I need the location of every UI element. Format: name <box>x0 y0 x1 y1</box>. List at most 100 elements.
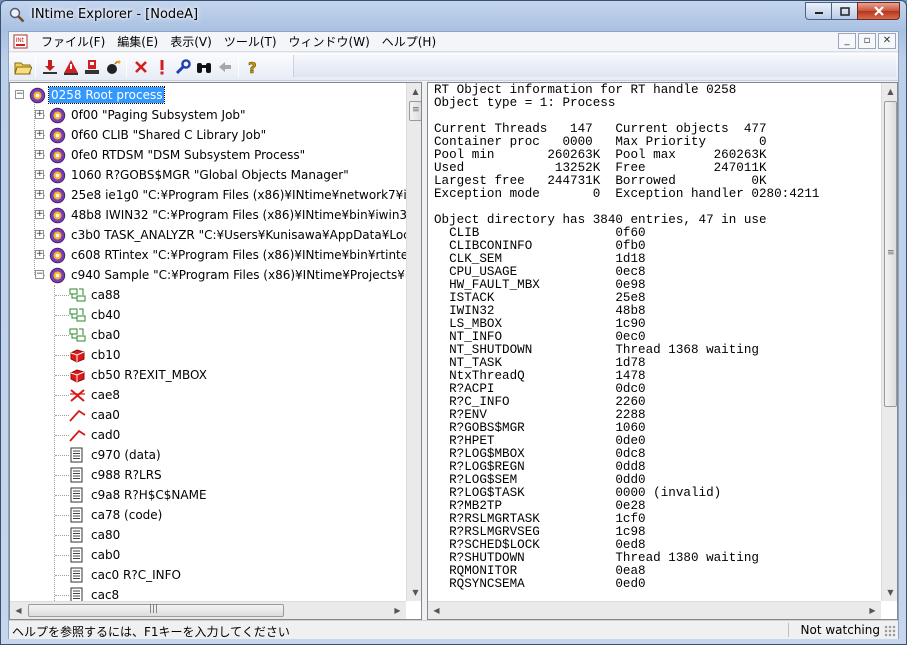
segment-icon <box>69 547 89 563</box>
expand-toggle-icon[interactable]: + <box>35 170 44 179</box>
alert-exclaim-icon[interactable] <box>152 57 172 77</box>
delete-x-icon[interactable] <box>131 57 151 77</box>
binoculars-icon[interactable] <box>194 57 214 77</box>
tree-node-object[interactable]: cac8 <box>69 585 121 601</box>
menu-item[interactable]: ファイル(F) <box>35 34 111 50</box>
mdi-close-button[interactable]: ✕ <box>878 33 896 49</box>
tree-node-process[interactable]: 25e8 ie1g0 "C:¥Program Files (x86)¥INtim… <box>49 185 406 205</box>
info-scroll-thumb[interactable]: ≡ <box>884 101 897 407</box>
menu-item[interactable]: ツール(T) <box>218 34 283 50</box>
info-line: Object type = 1: Process <box>434 96 616 110</box>
mdi-restore-button[interactable]: ▫ <box>858 33 876 49</box>
tree-node-label: 0f60 CLIB "Shared C Library Job" <box>71 128 267 142</box>
app-window: INtime Explorer - [NodeA] INt ファイル(F) 編集(… <box>0 0 907 645</box>
tree-node-root[interactable]: 0258 Root process <box>29 85 166 105</box>
tree-node-object[interactable]: c970 (data) <box>69 445 163 465</box>
tree-node-label: cba0 <box>91 328 121 342</box>
warning-stop-icon[interactable] <box>61 57 81 77</box>
tree-node-process[interactable]: c3b0 TASK_ANALYZR "C:¥Users¥Kunisawa¥App… <box>49 225 406 245</box>
tree-node-label: cae8 <box>91 388 120 402</box>
menu-item[interactable]: 編集(E) <box>111 34 164 50</box>
wrench-icon[interactable] <box>173 57 193 77</box>
tree-node-object[interactable]: cac0 R?C_INFO <box>69 565 183 585</box>
semaphore-icon <box>69 347 89 363</box>
tree-node-object[interactable]: c988 R?LRS <box>69 465 164 485</box>
tree-guide-line <box>55 595 69 596</box>
object-tree[interactable]: −0258 Root process +0f00 "Paging Subsyste… <box>10 83 406 601</box>
scroll-left-icon[interactable]: ◀ <box>428 602 445 619</box>
title-bar[interactable]: INtime Explorer - [NodeA] <box>1 1 906 29</box>
tree-node-object[interactable]: cba0 <box>69 325 122 345</box>
tree-guide-line <box>55 555 69 556</box>
info-horizontal-scrollbar[interactable]: ◀ ▶ <box>428 601 881 619</box>
scroll-up-icon[interactable]: ▲ <box>882 83 897 100</box>
mdi-document-icon[interactable]: INt <box>13 34 29 49</box>
expand-toggle-icon[interactable]: + <box>35 130 44 139</box>
tree-scroll-thumb[interactable]: ≡ <box>409 101 421 121</box>
mdi-minimize-button[interactable]: _ <box>838 33 856 49</box>
maximize-icon <box>839 6 850 16</box>
tree-node-label: 0fe0 RTDSM "DSM Subsystem Process" <box>71 148 306 162</box>
tree-guide-line <box>55 415 69 416</box>
tree-guide-line <box>55 535 69 536</box>
maximize-button[interactable] <box>831 2 858 20</box>
close-button[interactable] <box>857 2 900 20</box>
scroll-left-icon[interactable]: ◀ <box>10 602 27 619</box>
tree-node-label: 0258 Root process <box>47 86 166 104</box>
expand-toggle-icon[interactable]: + <box>35 110 44 119</box>
help-icon[interactable]: ? <box>243 57 263 77</box>
tree-node-process[interactable]: 0f00 "Paging Subsystem Job" <box>49 105 248 125</box>
tree-vertical-scrollbar[interactable]: ▲ ≡ ▼ <box>406 83 421 601</box>
expand-toggle-icon[interactable]: + <box>35 230 44 239</box>
menu-item[interactable]: ウィンドウ(W) <box>283 34 376 50</box>
expand-toggle-icon[interactable]: + <box>35 190 44 199</box>
back-arrow-icon[interactable] <box>215 57 235 77</box>
download-icon[interactable] <box>40 57 60 77</box>
tree-node-process[interactable]: 1060 R?GOBS$MGR "Global Objects Manager" <box>49 165 351 185</box>
tree-node-process[interactable]: 0fe0 RTDSM "DSM Subsystem Process" <box>49 145 307 165</box>
tree-node-object[interactable]: cae8 <box>69 385 122 405</box>
info-line: RQSYNCSEMA 0ed0 <box>434 577 646 591</box>
menu-item[interactable]: 表示(V) <box>164 34 218 50</box>
tree-node-process[interactable]: c608 RTintex "C:¥Program Files (x86)¥INt… <box>49 245 406 265</box>
open-folder-icon[interactable] <box>13 57 33 77</box>
tree-node-object[interactable]: cab0 <box>69 545 122 565</box>
tree-node-label: cb10 <box>91 348 121 362</box>
scroll-up-icon[interactable]: ▲ <box>407 83 421 100</box>
expand-toggle-icon[interactable]: + <box>35 150 44 159</box>
menu-item[interactable]: ヘルプ(H) <box>376 34 442 50</box>
scroll-right-icon[interactable]: ▶ <box>389 602 406 619</box>
scroll-down-icon[interactable]: ▼ <box>407 584 421 601</box>
tree-node-object[interactable]: cad0 <box>69 425 122 445</box>
process-icon <box>49 107 69 124</box>
scroll-right-icon[interactable]: ▶ <box>864 602 881 619</box>
minimize-button[interactable] <box>805 2 832 20</box>
resize-grip[interactable] <box>884 625 896 637</box>
object-tree-pane[interactable]: −0258 Root process +0f00 "Paging Subsyste… <box>9 82 422 620</box>
tree-node-object[interactable]: ca78 (code) <box>69 505 164 525</box>
tree-node-process[interactable]: 48b8 IWIN32 "C:¥Program Files (x86)¥INti… <box>49 205 406 225</box>
thread-icon <box>69 427 89 443</box>
tree-hscroll-thumb[interactable]: ||| <box>28 604 284 617</box>
tree-node-object[interactable]: ca80 <box>69 525 122 545</box>
tree-node-label: 48b8 IWIN32 "C:¥Program Files (x86)¥INti… <box>71 208 406 222</box>
tree-node-object[interactable]: cb10 <box>69 345 122 365</box>
tree-horizontal-scrollbar[interactable]: ◀ ||| ▶ <box>10 601 406 619</box>
expand-toggle-icon[interactable]: + <box>35 250 44 259</box>
info-vertical-scrollbar[interactable]: ▲ ≡ ▼ <box>881 83 897 601</box>
collapse-toggle-icon[interactable]: − <box>15 90 24 99</box>
tree-guide-line <box>54 285 55 601</box>
expand-toggle-icon[interactable]: + <box>35 210 44 219</box>
tree-node-object[interactable]: ca88 <box>69 285 122 305</box>
tree-node-object[interactable]: cb40 <box>69 305 122 325</box>
scroll-down-icon[interactable]: ▼ <box>882 584 897 601</box>
tree-node-object[interactable]: caa0 <box>69 405 122 425</box>
tree-node-process[interactable]: c940 Sample "C:¥Program Files (x86)¥INti… <box>49 265 406 285</box>
tree-node-object[interactable]: cb50 R?EXIT_MBOX <box>69 365 209 385</box>
tree-node-object[interactable]: c9a8 R?H$C$NAME <box>69 485 209 505</box>
collapse-toggle-icon[interactable]: − <box>35 270 44 279</box>
red-save-icon[interactable] <box>82 57 102 77</box>
info-line: Exception mode 0 Exception handler 0280:… <box>434 187 820 201</box>
tree-node-process[interactable]: 0f60 CLIB "Shared C Library Job" <box>49 125 268 145</box>
bomb-icon[interactable] <box>103 57 123 77</box>
